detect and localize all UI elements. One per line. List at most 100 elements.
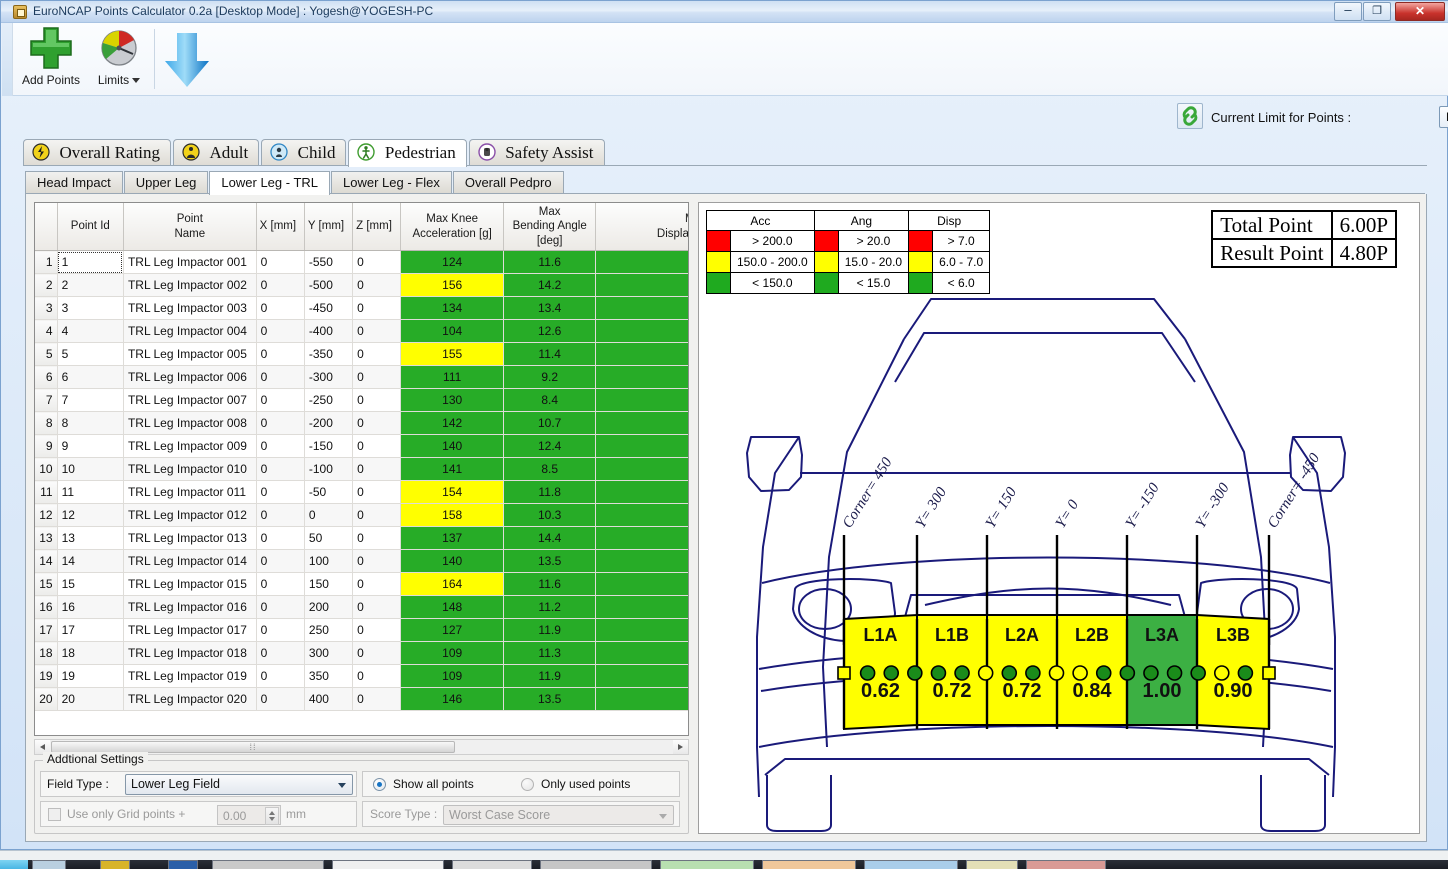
title-bar[interactable]: EuroNCAP Points Calculator 0.2a [Desktop… — [1, 1, 1448, 23]
table-row[interactable]: 2020TRL Leg Impactor 0200400014613.5 — [35, 688, 689, 711]
cell-displacement[interactable] — [596, 596, 689, 619]
cell-x[interactable]: 0 — [256, 251, 304, 274]
row-number[interactable]: 14 — [35, 550, 57, 573]
row-number[interactable]: 7 — [35, 389, 57, 412]
row-number[interactable]: 17 — [35, 619, 57, 642]
cell-x[interactable]: 0 — [256, 573, 304, 596]
cell-z[interactable]: 0 — [353, 619, 401, 642]
col-y[interactable]: Y [mm] — [304, 203, 352, 251]
cell-point-id[interactable]: 10 — [57, 458, 123, 481]
row-number[interactable]: 6 — [35, 366, 57, 389]
table-row[interactable]: 99TRL Leg Impactor 0090-150014012.4 — [35, 435, 689, 458]
row-number[interactable]: 2 — [35, 274, 57, 297]
impact-marker[interactable] — [1002, 666, 1016, 680]
row-number[interactable]: 8 — [35, 412, 57, 435]
cell-displacement[interactable] — [596, 297, 689, 320]
table-row[interactable]: 55TRL Leg Impactor 0050-350015511.4 — [35, 343, 689, 366]
impact-marker[interactable] — [1191, 666, 1205, 680]
cell-x[interactable]: 0 — [256, 458, 304, 481]
impact-marker[interactable] — [1050, 666, 1064, 680]
impact-marker[interactable] — [979, 666, 993, 680]
cell-x[interactable]: 0 — [256, 688, 304, 711]
cell-displacement[interactable] — [596, 665, 689, 688]
cell-displacement[interactable] — [596, 619, 689, 642]
cell-bending-angle[interactable]: 13.5 — [503, 688, 595, 711]
cell-knee-acceleration[interactable]: 109 — [401, 665, 504, 688]
cell-point-name[interactable]: TRL Leg Impactor 009 — [123, 435, 256, 458]
row-number[interactable]: 12 — [35, 504, 57, 527]
cell-x[interactable]: 0 — [256, 550, 304, 573]
row-number[interactable]: 19 — [35, 665, 57, 688]
cell-point-name[interactable]: TRL Leg Impactor 006 — [123, 366, 256, 389]
cell-displacement[interactable] — [596, 642, 689, 665]
table-row[interactable]: 1414TRL Leg Impactor 0140100014013.5 — [35, 550, 689, 573]
cell-z[interactable]: 0 — [353, 504, 401, 527]
impact-marker[interactable] — [955, 666, 969, 680]
cell-z[interactable]: 0 — [353, 550, 401, 573]
cell-y[interactable]: 50 — [304, 527, 352, 550]
cell-bending-angle[interactable]: 11.2 — [503, 596, 595, 619]
cell-y[interactable]: -50 — [304, 481, 352, 504]
cell-z[interactable]: 0 — [353, 297, 401, 320]
impact-marker[interactable] — [1026, 666, 1040, 680]
cell-point-id[interactable]: 11 — [57, 481, 123, 504]
cell-y[interactable]: -150 — [304, 435, 352, 458]
cell-point-name[interactable]: TRL Leg Impactor 004 — [123, 320, 256, 343]
cell-z[interactable]: 0 — [353, 642, 401, 665]
col-x[interactable]: X [mm] — [256, 203, 304, 251]
cell-bending-angle[interactable]: 9.2 — [503, 366, 595, 389]
cell-x[interactable]: 0 — [256, 389, 304, 412]
cell-point-name[interactable]: TRL Leg Impactor 019 — [123, 665, 256, 688]
cell-z[interactable]: 0 — [353, 665, 401, 688]
cell-bending-angle[interactable]: 11.3 — [503, 642, 595, 665]
col-max-knee-acceleration[interactable]: Max Knee Acceleration [g] — [401, 203, 504, 251]
cell-bending-angle[interactable]: 11.6 — [503, 573, 595, 596]
impact-marker[interactable] — [908, 666, 922, 680]
cell-point-id[interactable]: 2 — [57, 274, 123, 297]
chevron-down-icon[interactable] — [132, 78, 140, 83]
cell-y[interactable]: 250 — [304, 619, 352, 642]
row-number[interactable]: 13 — [35, 527, 57, 550]
cell-x[interactable]: 0 — [256, 366, 304, 389]
cell-knee-acceleration[interactable]: 104 — [401, 320, 504, 343]
cell-point-name[interactable]: TRL Leg Impactor 002 — [123, 274, 256, 297]
cell-z[interactable]: 0 — [353, 412, 401, 435]
scroll-right-arrow[interactable] — [673, 740, 688, 754]
cell-knee-acceleration[interactable]: 127 — [401, 619, 504, 642]
tab-pedestrian[interactable]: Pedestrian — [348, 139, 466, 167]
current-limit-select[interactable]: EuroNCAP Limits — [1439, 106, 1448, 128]
cell-point-name[interactable]: TRL Leg Impactor 013 — [123, 527, 256, 550]
cell-z[interactable]: 0 — [353, 688, 401, 711]
table-row[interactable]: 1818TRL Leg Impactor 0180300010911.3 — [35, 642, 689, 665]
table-row[interactable]: 77TRL Leg Impactor 0070-25001308.4 — [35, 389, 689, 412]
cell-y[interactable]: -250 — [304, 389, 352, 412]
subtab-overall-pedpro[interactable]: Overall Pedpro — [453, 171, 564, 194]
tab-adult[interactable]: Adult — [173, 139, 259, 166]
col-point-name[interactable]: Point Name — [123, 203, 256, 251]
cell-knee-acceleration[interactable]: 141 — [401, 458, 504, 481]
impact-marker[interactable] — [1238, 666, 1252, 680]
cell-point-name[interactable]: TRL Leg Impactor 011 — [123, 481, 256, 504]
cell-point-id[interactable]: 13 — [57, 527, 123, 550]
cell-bending-angle[interactable]: 14.4 — [503, 527, 595, 550]
col-row-number[interactable] — [35, 203, 57, 251]
grid-offset-stepper[interactable]: 0.00 — [217, 805, 281, 825]
impact-marker[interactable] — [931, 666, 945, 680]
cell-knee-acceleration[interactable]: 137 — [401, 527, 504, 550]
cell-point-name[interactable]: TRL Leg Impactor 012 — [123, 504, 256, 527]
cell-z[interactable]: 0 — [353, 435, 401, 458]
table-row[interactable]: 11TRL Leg Impactor 0010-550012411.6 — [35, 251, 689, 274]
cell-knee-acceleration[interactable]: 124 — [401, 251, 504, 274]
cell-bending-angle[interactable]: 11.8 — [503, 481, 595, 504]
cell-z[interactable]: 0 — [353, 389, 401, 412]
col-max-bending-angle[interactable]: Max Bending Angle [deg] — [503, 203, 595, 251]
cell-point-id[interactable]: 18 — [57, 642, 123, 665]
cell-point-id[interactable]: 5 — [57, 343, 123, 366]
cell-point-name[interactable]: TRL Leg Impactor 015 — [123, 573, 256, 596]
cell-point-id[interactable]: 19 — [57, 665, 123, 688]
row-number[interactable]: 3 — [35, 297, 57, 320]
cell-bending-angle[interactable]: 14.2 — [503, 274, 595, 297]
impact-marker[interactable] — [1215, 666, 1229, 680]
cell-point-name[interactable]: TRL Leg Impactor 001 — [123, 251, 256, 274]
cell-point-id[interactable]: 20 — [57, 688, 123, 711]
